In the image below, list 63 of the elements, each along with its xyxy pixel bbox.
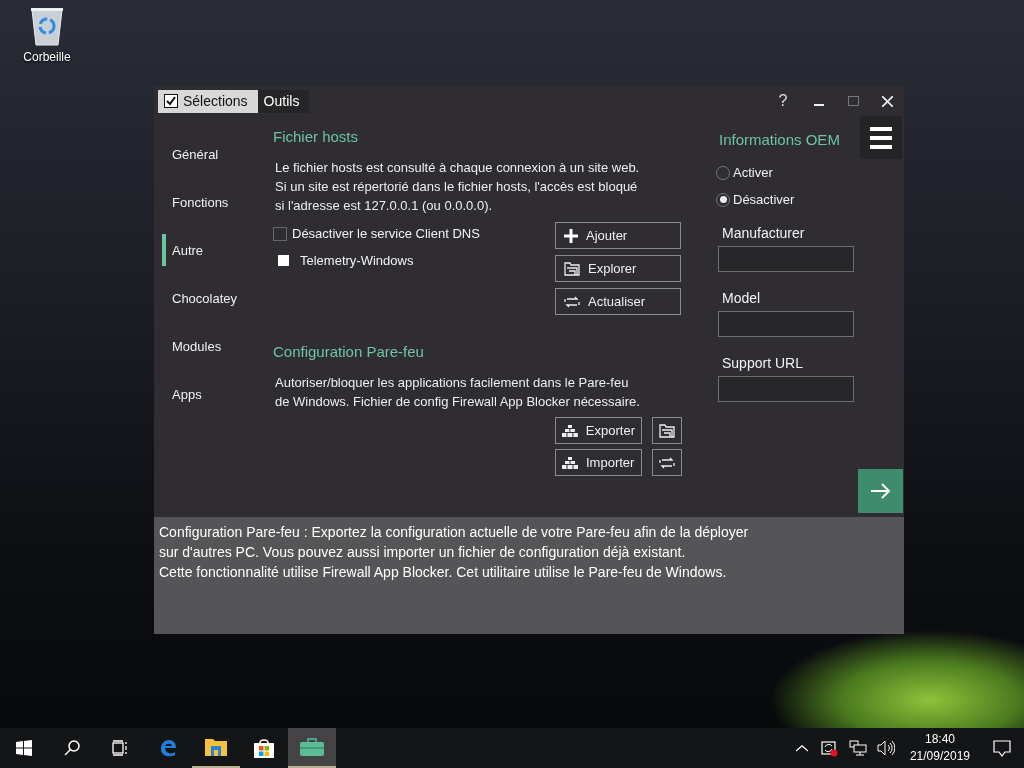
browser-icon[interactable] xyxy=(158,738,178,758)
menu-icon xyxy=(870,126,892,149)
volume-icon[interactable] xyxy=(876,740,895,756)
search-icon[interactable] xyxy=(64,740,80,756)
action-button[interactable]: Actualiser xyxy=(555,288,681,315)
tab[interactable]: Sélections xyxy=(158,89,258,113)
list-item-label: Telemetry-Windows xyxy=(300,253,414,268)
network-icon[interactable] xyxy=(848,740,867,756)
icon-button[interactable] xyxy=(652,417,682,444)
info-text: Configuration Pare-feu : Exportez la configuration actuelle de votre Pare-feu afin de la déployer sur d'autres PC. Vous pouvez aussi importer un fichier de configuration déjà existant. Cette fonctionnalité utilise Firewall App Blocker. Cet utilitaire utilise le Pare-feu de Windows. xyxy=(159,523,750,582)
chevron-up-icon[interactable] xyxy=(795,744,808,752)
menu-button[interactable] xyxy=(860,116,902,159)
description-text: Autoriser/bloquer les applications facilement dans le Pare-feu de Windows. Fichier de config Firewall App Blocker nécessaire. xyxy=(275,374,641,411)
checkbox-label[interactable]: Désactiver le service Client DNS xyxy=(292,226,480,241)
sidebar-item[interactable]: Apps xyxy=(154,370,273,418)
input-field[interactable] xyxy=(718,311,854,337)
sidebar-item[interactable]: Chocolatey xyxy=(154,274,273,322)
section-title: Configuration Pare-feu xyxy=(273,343,425,360)
refresh-icon xyxy=(564,294,580,309)
help-button[interactable]: ? xyxy=(772,92,794,110)
folder-icon xyxy=(564,261,580,276)
radio-label[interactable]: Activer xyxy=(733,165,773,180)
tab[interactable]: Outils xyxy=(257,89,310,113)
square-bullet-icon xyxy=(278,255,289,266)
brick-wall-icon xyxy=(562,424,578,437)
windows-logo-icon[interactable] xyxy=(16,740,32,756)
shopping-bag-icon[interactable] xyxy=(254,738,274,758)
action-button[interactable]: Importer xyxy=(555,449,642,476)
sidebar-item[interactable]: Modules xyxy=(154,322,273,370)
action-button[interactable]: Exporter xyxy=(555,417,642,444)
checkbox-checked-icon[interactable] xyxy=(164,94,178,108)
section-title: Informations OEM xyxy=(719,131,840,148)
action-button[interactable]: Ajouter xyxy=(555,222,681,249)
folder-icon[interactable] xyxy=(205,738,227,756)
sidebar-item[interactable]: Fonctions xyxy=(154,178,273,226)
maximize-icon[interactable] xyxy=(847,96,859,106)
refresh-icon xyxy=(659,455,675,470)
sidebar-item[interactable]: Autre xyxy=(154,226,273,274)
field-label: Manufacturer xyxy=(722,225,806,241)
next-button[interactable] xyxy=(858,469,903,513)
task-view-icon[interactable] xyxy=(112,740,128,756)
input-field[interactable] xyxy=(718,376,854,402)
folder-icon xyxy=(659,423,675,438)
sidebar-item[interactable]: Général xyxy=(154,130,273,178)
arrow-right-icon xyxy=(870,483,891,499)
recycle-bin-icon[interactable] xyxy=(29,6,65,46)
brick-wall-icon xyxy=(562,456,578,469)
sync-alert-icon[interactable] xyxy=(820,739,839,757)
description-text: Le fichier hosts est consulté à chaque connexion à un site web. Si un site est répertorié dans le fichier hosts, l'accès est bloqué si l'adresse est 127.0.0.1 (ou 0.0.0.0). xyxy=(275,159,641,215)
toolbox-icon[interactable] xyxy=(300,738,324,756)
desktop-icon-label[interactable]: Corbeille xyxy=(23,50,71,64)
close-icon[interactable] xyxy=(881,95,893,107)
field-label: Model xyxy=(722,290,762,306)
section-title: Fichier hosts xyxy=(273,128,360,145)
checkbox[interactable] xyxy=(273,226,287,241)
field-label: Support URL xyxy=(722,355,804,371)
action-button[interactable]: Explorer xyxy=(555,255,681,282)
icon-button[interactable] xyxy=(652,449,682,476)
notification-icon[interactable] xyxy=(993,739,1011,757)
input-field[interactable] xyxy=(718,246,854,272)
clock[interactable]: 18:40 21/09/2019 xyxy=(899,731,980,765)
radio-label[interactable]: Désactiver xyxy=(733,192,795,207)
plus-icon xyxy=(564,228,578,243)
